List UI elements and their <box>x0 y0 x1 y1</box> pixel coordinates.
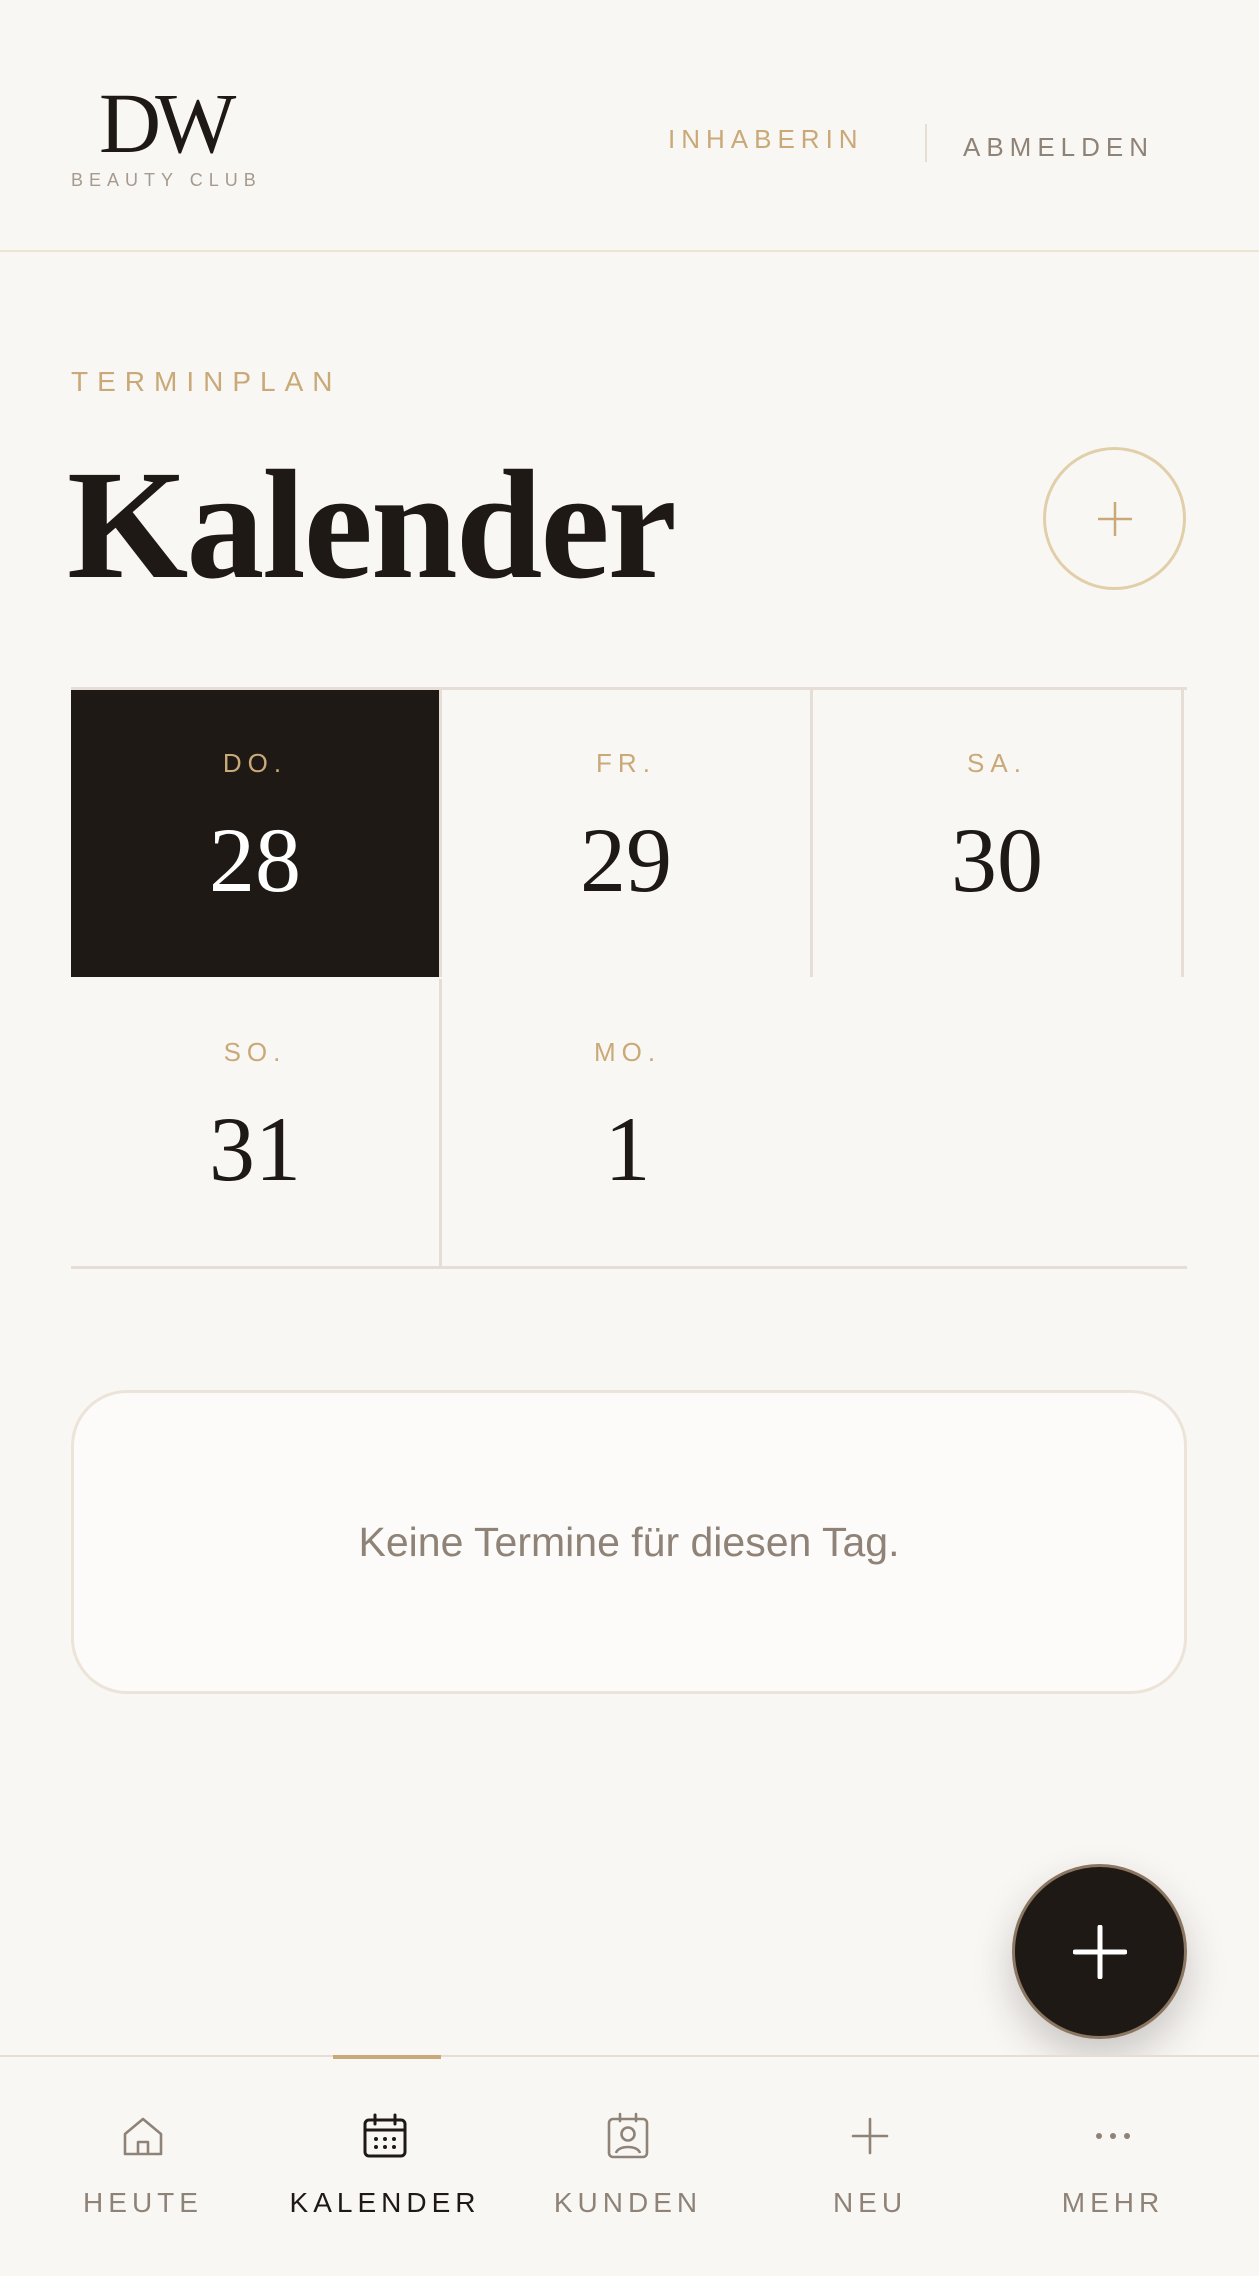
day-label: SA. <box>967 748 1027 778</box>
add-appointment-button[interactable] <box>1043 447 1186 590</box>
nav-item-heute[interactable]: HEUTE <box>22 2057 264 2276</box>
nav-item-kalender[interactable]: KALENDER <box>264 2057 506 2276</box>
header-divider <box>925 124 927 162</box>
calendar-icon <box>363 2113 407 2158</box>
logo-subtitle: BEAUTY CLUB <box>71 170 262 190</box>
plus-icon <box>1097 501 1132 536</box>
home-icon <box>123 2117 163 2156</box>
day-number: 1 <box>604 1098 651 1200</box>
empty-state-text: Keine Termine für diesen Tag. <box>358 1518 900 1565</box>
logout-link[interactable]: ABMELDEN <box>963 132 1154 163</box>
bottom-nav: HEUTE KALENDER KUNDEN NEU MEHR <box>0 2055 1259 2276</box>
day-label: MO. <box>593 1037 662 1067</box>
nav-label: MEHR <box>1061 2187 1165 2218</box>
day-label: DO. <box>222 748 288 778</box>
day-cell[interactable]: SO. 31 <box>71 979 442 1266</box>
day-number: 31 <box>209 1098 301 1200</box>
nav-item-neu[interactable]: NEU <box>749 2057 991 2276</box>
day-selector: DO. 28 FR. 29 SA. 30 SO. 31 MO. 1 <box>71 687 1187 1269</box>
nav-label: KUNDEN <box>553 2187 703 2218</box>
nav-label: KALENDER <box>289 2187 481 2218</box>
nav-label: NEU <box>832 2187 908 2218</box>
nav-label: HEUTE <box>83 2187 203 2218</box>
section-eyebrow: TERMINPLAN <box>71 366 342 397</box>
contact-icon <box>607 2112 649 2159</box>
floating-add-button[interactable] <box>1012 1864 1187 2039</box>
logo-mark: DW <box>99 75 236 171</box>
empty-state-card: Keine Termine für diesen Tag. <box>71 1390 1187 1694</box>
plus-icon <box>1072 1924 1127 1979</box>
day-cell[interactable]: SA. 30 <box>813 690 1184 977</box>
role-label: INHABERIN <box>668 124 864 154</box>
plus-icon <box>851 2117 889 2155</box>
page-title: Kalender <box>67 438 677 611</box>
day-label: FR. <box>596 748 656 778</box>
day-cell[interactable]: FR. 29 <box>442 690 813 977</box>
app-header: DW BEAUTY CLUB INHABERIN ABMELDEN <box>0 0 1259 252</box>
day-label: SO. <box>223 1037 287 1067</box>
nav-item-mehr[interactable]: MEHR <box>992 2057 1234 2276</box>
more-icon <box>1096 2133 1130 2139</box>
day-number: 29 <box>580 809 672 911</box>
day-cell[interactable]: MO. 1 <box>442 979 813 1266</box>
nav-item-kunden[interactable]: KUNDEN <box>507 2057 749 2276</box>
day-number: 30 <box>951 809 1043 911</box>
app-root: DW BEAUTY CLUB INHABERIN ABMELDEN TERMIN… <box>0 0 1259 2276</box>
day-number: 28 <box>209 809 301 911</box>
day-cell[interactable]: DO. 28 <box>71 690 442 977</box>
